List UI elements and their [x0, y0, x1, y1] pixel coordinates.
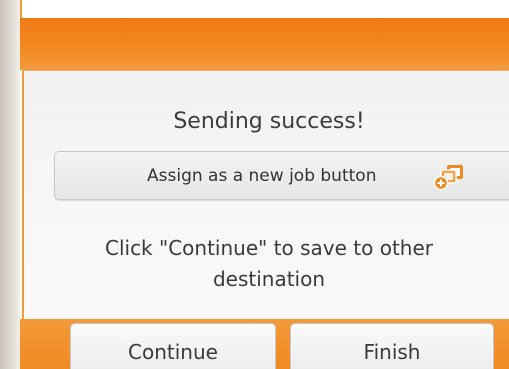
dialog-title: Sending success! — [173, 109, 365, 134]
sending-result-dialog: Sending success! Assign as a new job but… — [22, 70, 509, 320]
dialog-button-bar: Continue Finish — [20, 319, 509, 369]
screen: Sending success! Assign as a new job but… — [0, 0, 509, 369]
new-job-icon — [433, 163, 467, 191]
top-panel — [20, 0, 509, 18]
dialog-message-line1: Click "Continue" to save to other — [104, 236, 434, 260]
dialog-message: Click "Continue" to save to other destin… — [24, 233, 509, 295]
assign-new-job-button[interactable]: Assign as a new job button — [54, 151, 509, 200]
continue-button[interactable]: Continue — [70, 323, 276, 369]
finish-button[interactable]: Finish — [290, 323, 494, 369]
device-bezel — [0, 0, 20, 369]
assign-new-job-label: Assign as a new job button — [147, 166, 377, 186]
header-band — [20, 18, 509, 70]
dialog-message-line2: destination — [212, 267, 326, 291]
